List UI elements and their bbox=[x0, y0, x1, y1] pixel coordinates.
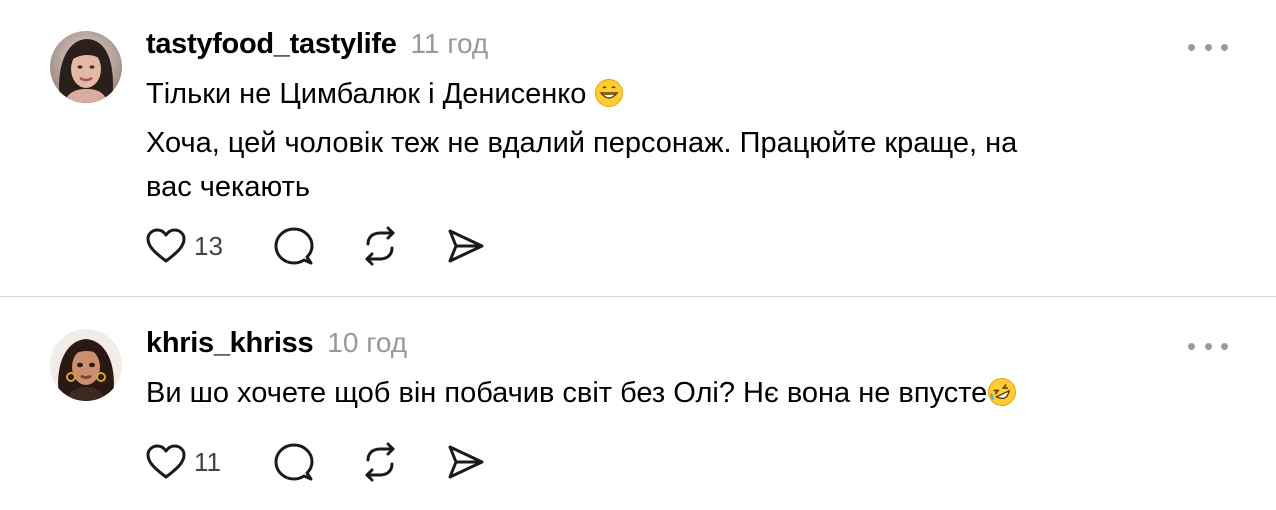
comment-header: khris_khriss 10 год bbox=[146, 327, 407, 363]
comment-post: tastyfood_tastylife 11 год Тільки не Цим… bbox=[0, 0, 1276, 296]
repost-button[interactable] bbox=[360, 442, 446, 482]
action-bar: 11 bbox=[146, 442, 486, 482]
comment-header: tastyfood_tastylife 11 год bbox=[146, 28, 488, 64]
comment-line: вас чекають bbox=[146, 171, 310, 203]
username[interactable]: khris_khriss bbox=[146, 327, 314, 360]
reply-button[interactable] bbox=[274, 442, 360, 482]
comment-text: Ви шо хочете щоб він побачив світ без Ол… bbox=[146, 371, 1106, 420]
timestamp[interactable]: 11 год bbox=[411, 28, 489, 60]
repost-icon bbox=[360, 442, 400, 482]
avatar[interactable] bbox=[50, 329, 122, 401]
comment-text: Тільки не Цимбалюк і Денисенко Хоча, цей… bbox=[146, 72, 1106, 209]
comment-line-text: Ви шо хочете щоб він побачив світ без Ол… bbox=[146, 377, 988, 409]
repost-button[interactable] bbox=[360, 226, 446, 266]
heart-icon bbox=[146, 444, 186, 480]
speech-bubble-icon bbox=[274, 442, 314, 482]
comment-line-text: Тільки не Цимбалюк і Денисенко bbox=[146, 78, 587, 110]
like-count: 13 bbox=[194, 230, 223, 261]
like-button[interactable]: 13 bbox=[146, 228, 274, 264]
like-button[interactable]: 11 bbox=[146, 444, 274, 480]
comment-line: Хоча, цей чоловік теж не вдалий персонаж… bbox=[146, 127, 1018, 159]
speech-bubble-icon bbox=[274, 226, 314, 266]
repost-icon bbox=[360, 226, 400, 266]
comment-line: Тільки не Цимбалюк і Денисенко bbox=[146, 72, 1106, 121]
send-icon bbox=[446, 226, 486, 266]
share-button[interactable] bbox=[446, 226, 486, 266]
avatar[interactable] bbox=[50, 31, 122, 103]
more-options-icon[interactable] bbox=[1188, 40, 1228, 54]
like-count: 11 bbox=[194, 446, 221, 477]
more-options-icon[interactable] bbox=[1188, 339, 1228, 353]
reply-button[interactable] bbox=[274, 226, 360, 266]
rolling-on-floor-laughing-emoji bbox=[987, 376, 1017, 420]
comment-line: Ви шо хочете щоб він побачив світ без Ол… bbox=[146, 371, 1106, 420]
send-icon bbox=[446, 442, 486, 482]
timestamp[interactable]: 10 год bbox=[327, 327, 407, 359]
heart-icon bbox=[146, 228, 186, 264]
grinning-face-emoji bbox=[594, 77, 624, 121]
action-bar: 13 bbox=[146, 226, 486, 266]
share-button[interactable] bbox=[446, 442, 486, 482]
username[interactable]: tastyfood_tastylife bbox=[146, 28, 397, 61]
comment-feed: tastyfood_tastylife 11 год Тільки не Цим… bbox=[0, 0, 1276, 510]
